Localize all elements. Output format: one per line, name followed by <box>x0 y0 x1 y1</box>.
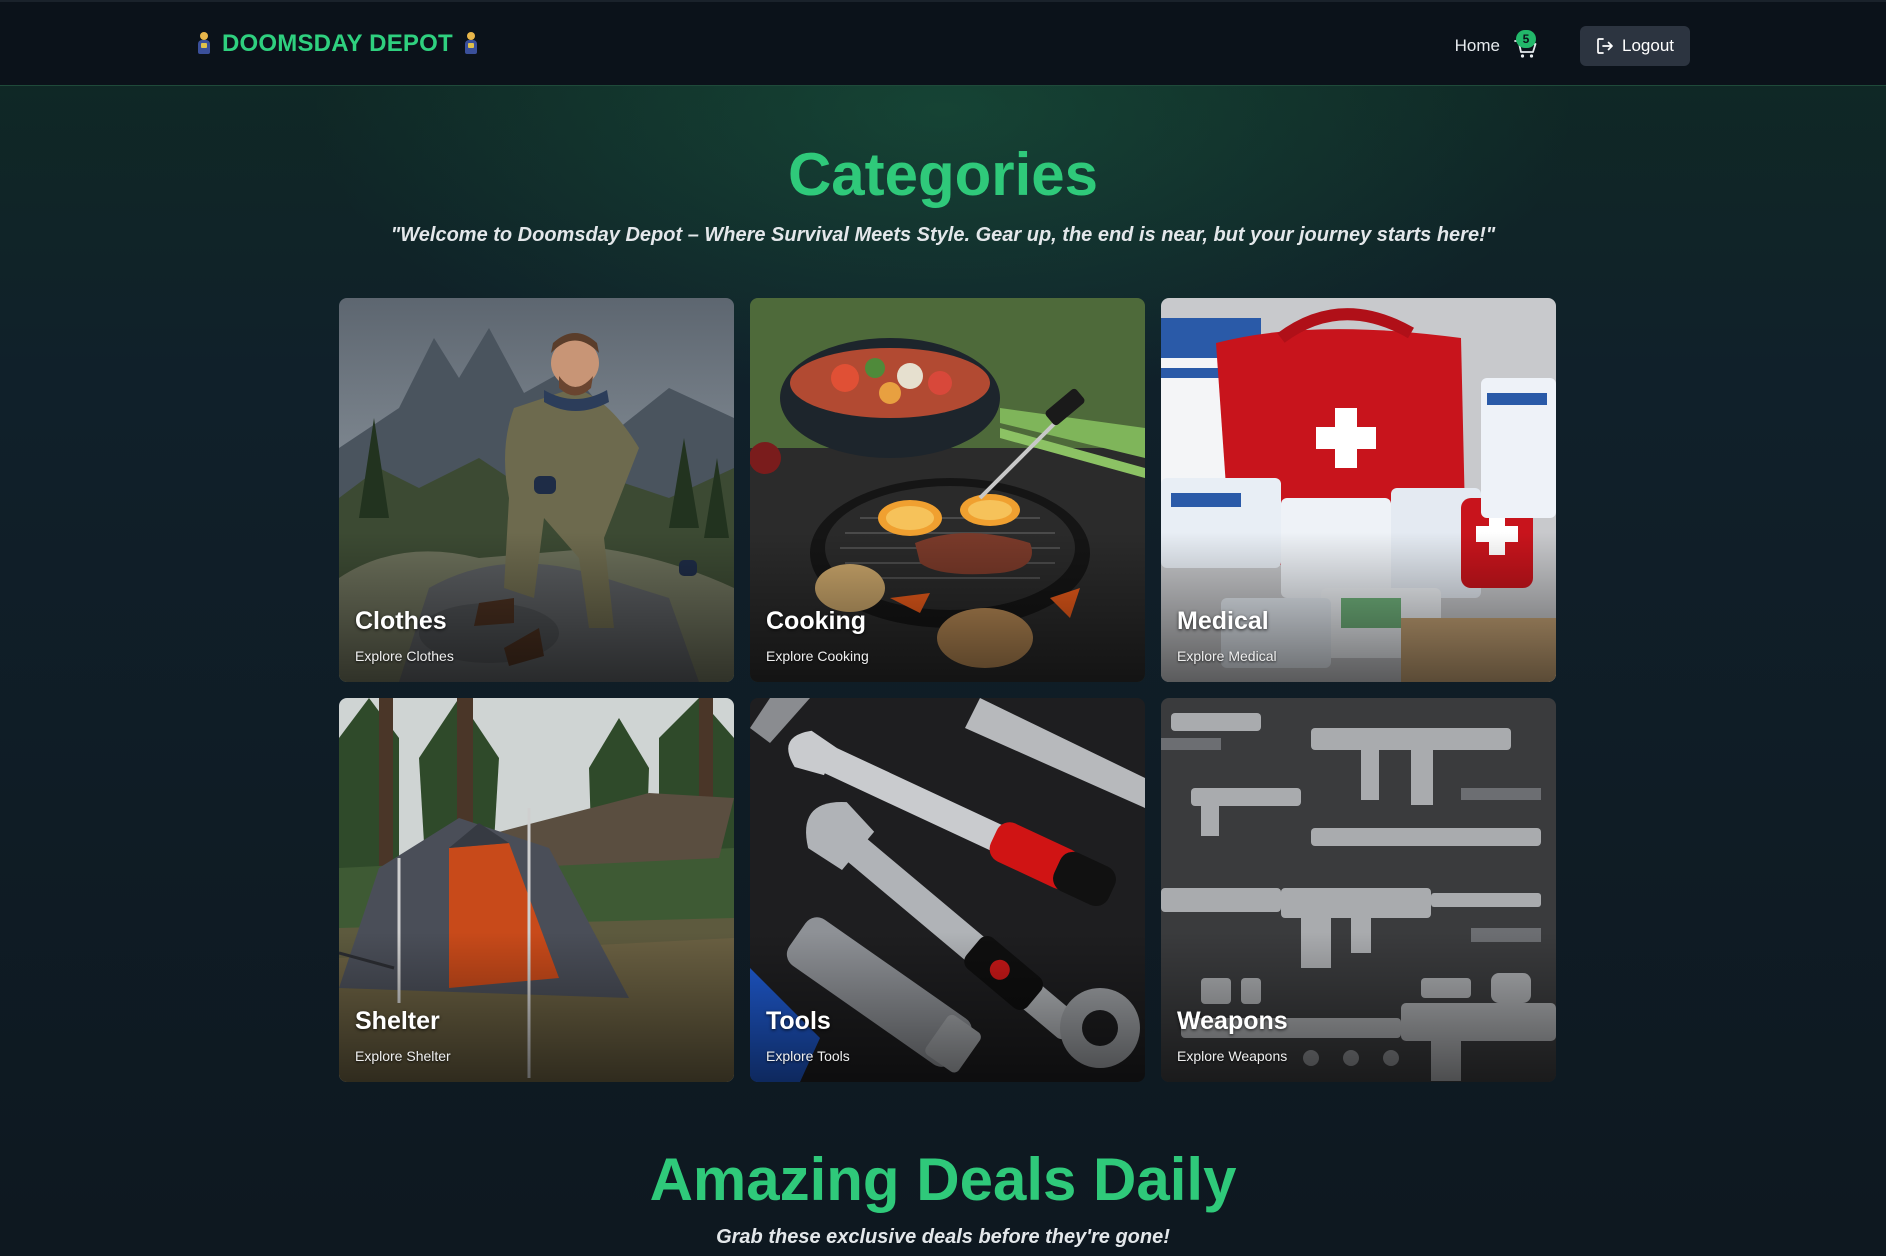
logout-icon <box>1597 38 1613 54</box>
survivor-emoji-icon <box>463 32 479 56</box>
deals-tagline: Grab these exclusive deals before they'r… <box>716 1226 1170 1248</box>
category-title: Weapons <box>1177 1007 1288 1035</box>
categories-title: Categories <box>787 141 1099 208</box>
category-link[interactable]: Explore Weapons <box>1177 1048 1287 1064</box>
category-link[interactable]: Explore Medical <box>1177 648 1277 664</box>
category-card-weapons[interactable]: Weapons Explore Weapons <box>1161 698 1556 1082</box>
cart-count-badge: 5 <box>1516 30 1536 48</box>
category-card-shelter[interactable]: Shelter Explore Shelter <box>339 698 734 1082</box>
brand-logo[interactable]: DOOMSDAY DEPOT <box>196 30 479 58</box>
category-title: Tools <box>766 1007 831 1035</box>
deals-title: Amazing Deals Daily <box>649 1146 1237 1213</box>
category-title: Cooking <box>766 607 866 635</box>
category-link[interactable]: Explore Cooking <box>766 648 869 664</box>
logout-button[interactable]: Logout <box>1580 26 1690 66</box>
brand-name[interactable]: DOOMSDAY DEPOT <box>222 30 453 58</box>
nav-links: Home 5 Logout <box>1455 26 1690 66</box>
navbar: DOOMSDAY DEPOT Home 5 Logout <box>0 0 1886 86</box>
category-title: Medical <box>1177 607 1269 635</box>
cart-button[interactable]: 5 <box>1512 30 1540 59</box>
category-grid: Clothes Explore Clothes Cooking Explore … <box>339 298 1556 1082</box>
category-title: Shelter <box>355 1007 440 1035</box>
category-title: Clothes <box>355 607 447 635</box>
category-link[interactable]: Explore Tools <box>766 1048 850 1064</box>
categories-tagline: "Welcome to Doomsday Depot – Where Survi… <box>390 224 1496 246</box>
logout-label: Logout <box>1622 36 1674 55</box>
category-card-clothes[interactable]: Clothes Explore Clothes <box>339 298 734 682</box>
category-card-cooking[interactable]: Cooking Explore Cooking <box>750 298 1145 682</box>
category-link[interactable]: Explore Clothes <box>355 648 454 664</box>
survivor-emoji-icon <box>196 32 212 56</box>
category-card-tools[interactable]: Tools Explore Tools <box>750 698 1145 1082</box>
home-link[interactable]: Home <box>1455 36 1500 56</box>
category-link[interactable]: Explore Shelter <box>355 1048 451 1064</box>
category-card-medical[interactable]: Medical Explore Medical <box>1161 298 1556 682</box>
